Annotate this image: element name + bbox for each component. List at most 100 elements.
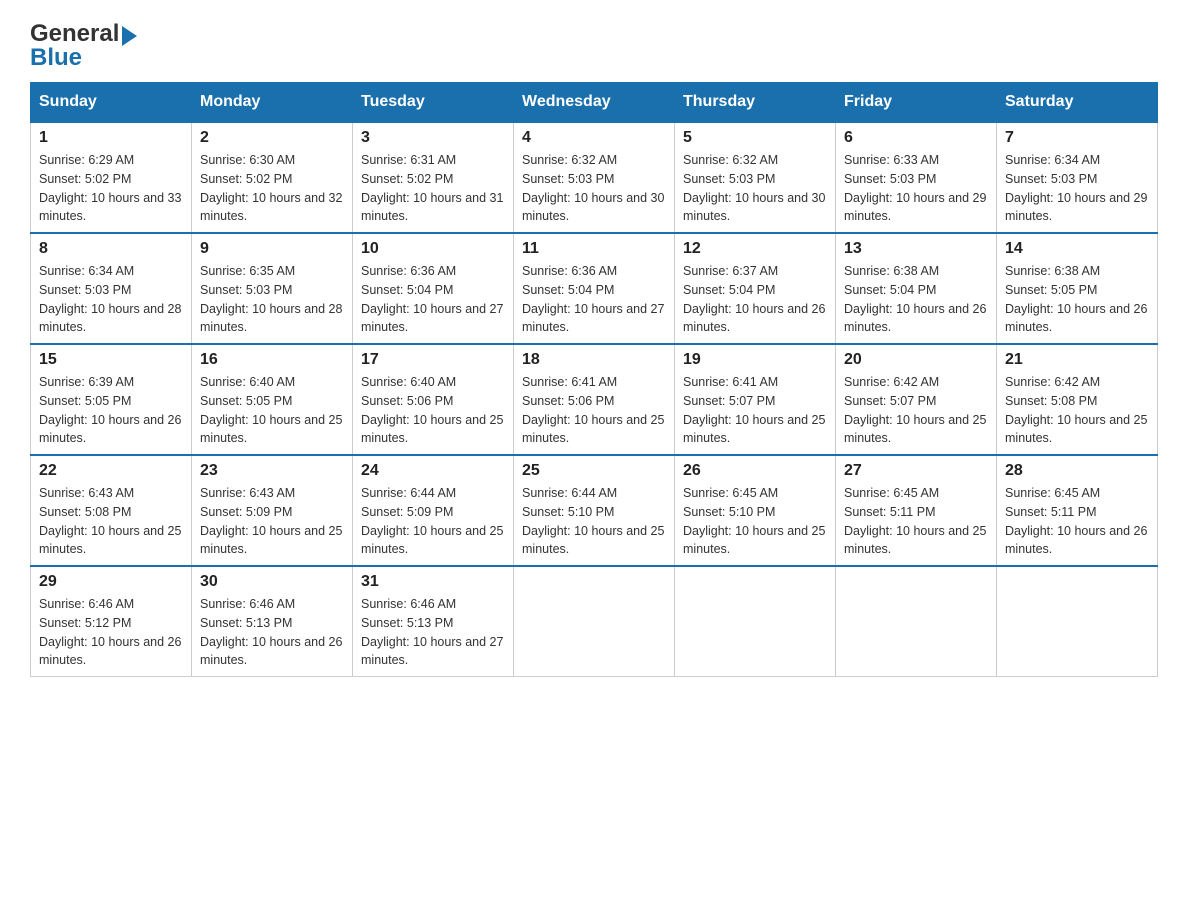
page-header: General Blue <box>30 20 1158 72</box>
column-header-tuesday: Tuesday <box>353 83 514 123</box>
day-info: Sunrise: 6:36 AM Sunset: 5:04 PM Dayligh… <box>522 262 666 337</box>
calendar-cell: 30 Sunrise: 6:46 AM Sunset: 5:13 PM Dayl… <box>192 566 353 677</box>
calendar-cell: 3 Sunrise: 6:31 AM Sunset: 5:02 PM Dayli… <box>353 122 514 233</box>
day-info: Sunrise: 6:29 AM Sunset: 5:02 PM Dayligh… <box>39 151 183 226</box>
day-info: Sunrise: 6:33 AM Sunset: 5:03 PM Dayligh… <box>844 151 988 226</box>
day-number: 19 <box>683 351 827 369</box>
day-number: 12 <box>683 240 827 258</box>
day-info: Sunrise: 6:40 AM Sunset: 5:06 PM Dayligh… <box>361 373 505 448</box>
calendar-cell: 28 Sunrise: 6:45 AM Sunset: 5:11 PM Dayl… <box>997 455 1158 566</box>
calendar-cell: 12 Sunrise: 6:37 AM Sunset: 5:04 PM Dayl… <box>675 233 836 344</box>
day-number: 25 <box>522 462 666 480</box>
calendar-cell: 2 Sunrise: 6:30 AM Sunset: 5:02 PM Dayli… <box>192 122 353 233</box>
calendar-cell: 14 Sunrise: 6:38 AM Sunset: 5:05 PM Dayl… <box>997 233 1158 344</box>
column-header-wednesday: Wednesday <box>514 83 675 123</box>
day-info: Sunrise: 6:43 AM Sunset: 5:09 PM Dayligh… <box>200 484 344 559</box>
calendar-cell: 29 Sunrise: 6:46 AM Sunset: 5:12 PM Dayl… <box>31 566 192 677</box>
day-number: 18 <box>522 351 666 369</box>
day-number: 31 <box>361 573 505 591</box>
day-number: 5 <box>683 129 827 147</box>
day-number: 26 <box>683 462 827 480</box>
calendar-cell <box>997 566 1158 677</box>
logo: General Blue <box>30 20 137 72</box>
day-info: Sunrise: 6:34 AM Sunset: 5:03 PM Dayligh… <box>1005 151 1149 226</box>
day-number: 23 <box>200 462 344 480</box>
calendar-cell: 10 Sunrise: 6:36 AM Sunset: 5:04 PM Dayl… <box>353 233 514 344</box>
week-row-5: 29 Sunrise: 6:46 AM Sunset: 5:12 PM Dayl… <box>31 566 1158 677</box>
day-number: 30 <box>200 573 344 591</box>
calendar-cell: 11 Sunrise: 6:36 AM Sunset: 5:04 PM Dayl… <box>514 233 675 344</box>
day-info: Sunrise: 6:45 AM Sunset: 5:10 PM Dayligh… <box>683 484 827 559</box>
calendar-cell: 8 Sunrise: 6:34 AM Sunset: 5:03 PM Dayli… <box>31 233 192 344</box>
day-number: 14 <box>1005 240 1149 258</box>
day-info: Sunrise: 6:37 AM Sunset: 5:04 PM Dayligh… <box>683 262 827 337</box>
day-number: 1 <box>39 129 183 147</box>
day-number: 28 <box>1005 462 1149 480</box>
week-row-2: 8 Sunrise: 6:34 AM Sunset: 5:03 PM Dayli… <box>31 233 1158 344</box>
calendar-cell: 16 Sunrise: 6:40 AM Sunset: 5:05 PM Dayl… <box>192 344 353 455</box>
day-info: Sunrise: 6:41 AM Sunset: 5:07 PM Dayligh… <box>683 373 827 448</box>
calendar-cell: 19 Sunrise: 6:41 AM Sunset: 5:07 PM Dayl… <box>675 344 836 455</box>
day-info: Sunrise: 6:40 AM Sunset: 5:05 PM Dayligh… <box>200 373 344 448</box>
calendar-cell: 26 Sunrise: 6:45 AM Sunset: 5:10 PM Dayl… <box>675 455 836 566</box>
day-info: Sunrise: 6:39 AM Sunset: 5:05 PM Dayligh… <box>39 373 183 448</box>
calendar-header-row: SundayMondayTuesdayWednesdayThursdayFrid… <box>31 83 1158 123</box>
calendar-cell: 24 Sunrise: 6:44 AM Sunset: 5:09 PM Dayl… <box>353 455 514 566</box>
calendar-cell: 4 Sunrise: 6:32 AM Sunset: 5:03 PM Dayli… <box>514 122 675 233</box>
calendar-cell: 27 Sunrise: 6:45 AM Sunset: 5:11 PM Dayl… <box>836 455 997 566</box>
column-header-monday: Monday <box>192 83 353 123</box>
column-header-saturday: Saturday <box>997 83 1158 123</box>
day-number: 2 <box>200 129 344 147</box>
day-info: Sunrise: 6:32 AM Sunset: 5:03 PM Dayligh… <box>522 151 666 226</box>
calendar-cell: 23 Sunrise: 6:43 AM Sunset: 5:09 PM Dayl… <box>192 455 353 566</box>
day-info: Sunrise: 6:45 AM Sunset: 5:11 PM Dayligh… <box>844 484 988 559</box>
day-info: Sunrise: 6:30 AM Sunset: 5:02 PM Dayligh… <box>200 151 344 226</box>
day-number: 21 <box>1005 351 1149 369</box>
day-number: 8 <box>39 240 183 258</box>
day-number: 10 <box>361 240 505 258</box>
day-info: Sunrise: 6:38 AM Sunset: 5:04 PM Dayligh… <box>844 262 988 337</box>
day-info: Sunrise: 6:38 AM Sunset: 5:05 PM Dayligh… <box>1005 262 1149 337</box>
day-info: Sunrise: 6:31 AM Sunset: 5:02 PM Dayligh… <box>361 151 505 226</box>
calendar-cell: 7 Sunrise: 6:34 AM Sunset: 5:03 PM Dayli… <box>997 122 1158 233</box>
day-info: Sunrise: 6:42 AM Sunset: 5:08 PM Dayligh… <box>1005 373 1149 448</box>
day-number: 22 <box>39 462 183 480</box>
calendar-cell: 9 Sunrise: 6:35 AM Sunset: 5:03 PM Dayli… <box>192 233 353 344</box>
calendar-table: SundayMondayTuesdayWednesdayThursdayFrid… <box>30 82 1158 677</box>
calendar-cell: 6 Sunrise: 6:33 AM Sunset: 5:03 PM Dayli… <box>836 122 997 233</box>
calendar-cell: 17 Sunrise: 6:40 AM Sunset: 5:06 PM Dayl… <box>353 344 514 455</box>
logo-blue-text: Blue <box>30 44 82 72</box>
day-number: 24 <box>361 462 505 480</box>
calendar-cell: 21 Sunrise: 6:42 AM Sunset: 5:08 PM Dayl… <box>997 344 1158 455</box>
week-row-3: 15 Sunrise: 6:39 AM Sunset: 5:05 PM Dayl… <box>31 344 1158 455</box>
calendar-cell: 18 Sunrise: 6:41 AM Sunset: 5:06 PM Dayl… <box>514 344 675 455</box>
day-number: 17 <box>361 351 505 369</box>
day-number: 20 <box>844 351 988 369</box>
calendar-cell: 22 Sunrise: 6:43 AM Sunset: 5:08 PM Dayl… <box>31 455 192 566</box>
day-number: 27 <box>844 462 988 480</box>
calendar-cell <box>514 566 675 677</box>
day-number: 29 <box>39 573 183 591</box>
week-row-1: 1 Sunrise: 6:29 AM Sunset: 5:02 PM Dayli… <box>31 122 1158 233</box>
column-header-friday: Friday <box>836 83 997 123</box>
week-row-4: 22 Sunrise: 6:43 AM Sunset: 5:08 PM Dayl… <box>31 455 1158 566</box>
day-info: Sunrise: 6:35 AM Sunset: 5:03 PM Dayligh… <box>200 262 344 337</box>
day-number: 13 <box>844 240 988 258</box>
day-info: Sunrise: 6:43 AM Sunset: 5:08 PM Dayligh… <box>39 484 183 559</box>
calendar-cell: 13 Sunrise: 6:38 AM Sunset: 5:04 PM Dayl… <box>836 233 997 344</box>
calendar-cell <box>675 566 836 677</box>
day-number: 16 <box>200 351 344 369</box>
day-info: Sunrise: 6:34 AM Sunset: 5:03 PM Dayligh… <box>39 262 183 337</box>
calendar-cell: 20 Sunrise: 6:42 AM Sunset: 5:07 PM Dayl… <box>836 344 997 455</box>
day-info: Sunrise: 6:42 AM Sunset: 5:07 PM Dayligh… <box>844 373 988 448</box>
day-info: Sunrise: 6:44 AM Sunset: 5:09 PM Dayligh… <box>361 484 505 559</box>
day-info: Sunrise: 6:44 AM Sunset: 5:10 PM Dayligh… <box>522 484 666 559</box>
day-number: 6 <box>844 129 988 147</box>
day-info: Sunrise: 6:46 AM Sunset: 5:13 PM Dayligh… <box>200 595 344 670</box>
column-header-thursday: Thursday <box>675 83 836 123</box>
calendar-cell <box>836 566 997 677</box>
day-number: 9 <box>200 240 344 258</box>
calendar-cell: 25 Sunrise: 6:44 AM Sunset: 5:10 PM Dayl… <box>514 455 675 566</box>
day-info: Sunrise: 6:41 AM Sunset: 5:06 PM Dayligh… <box>522 373 666 448</box>
day-info: Sunrise: 6:46 AM Sunset: 5:12 PM Dayligh… <box>39 595 183 670</box>
